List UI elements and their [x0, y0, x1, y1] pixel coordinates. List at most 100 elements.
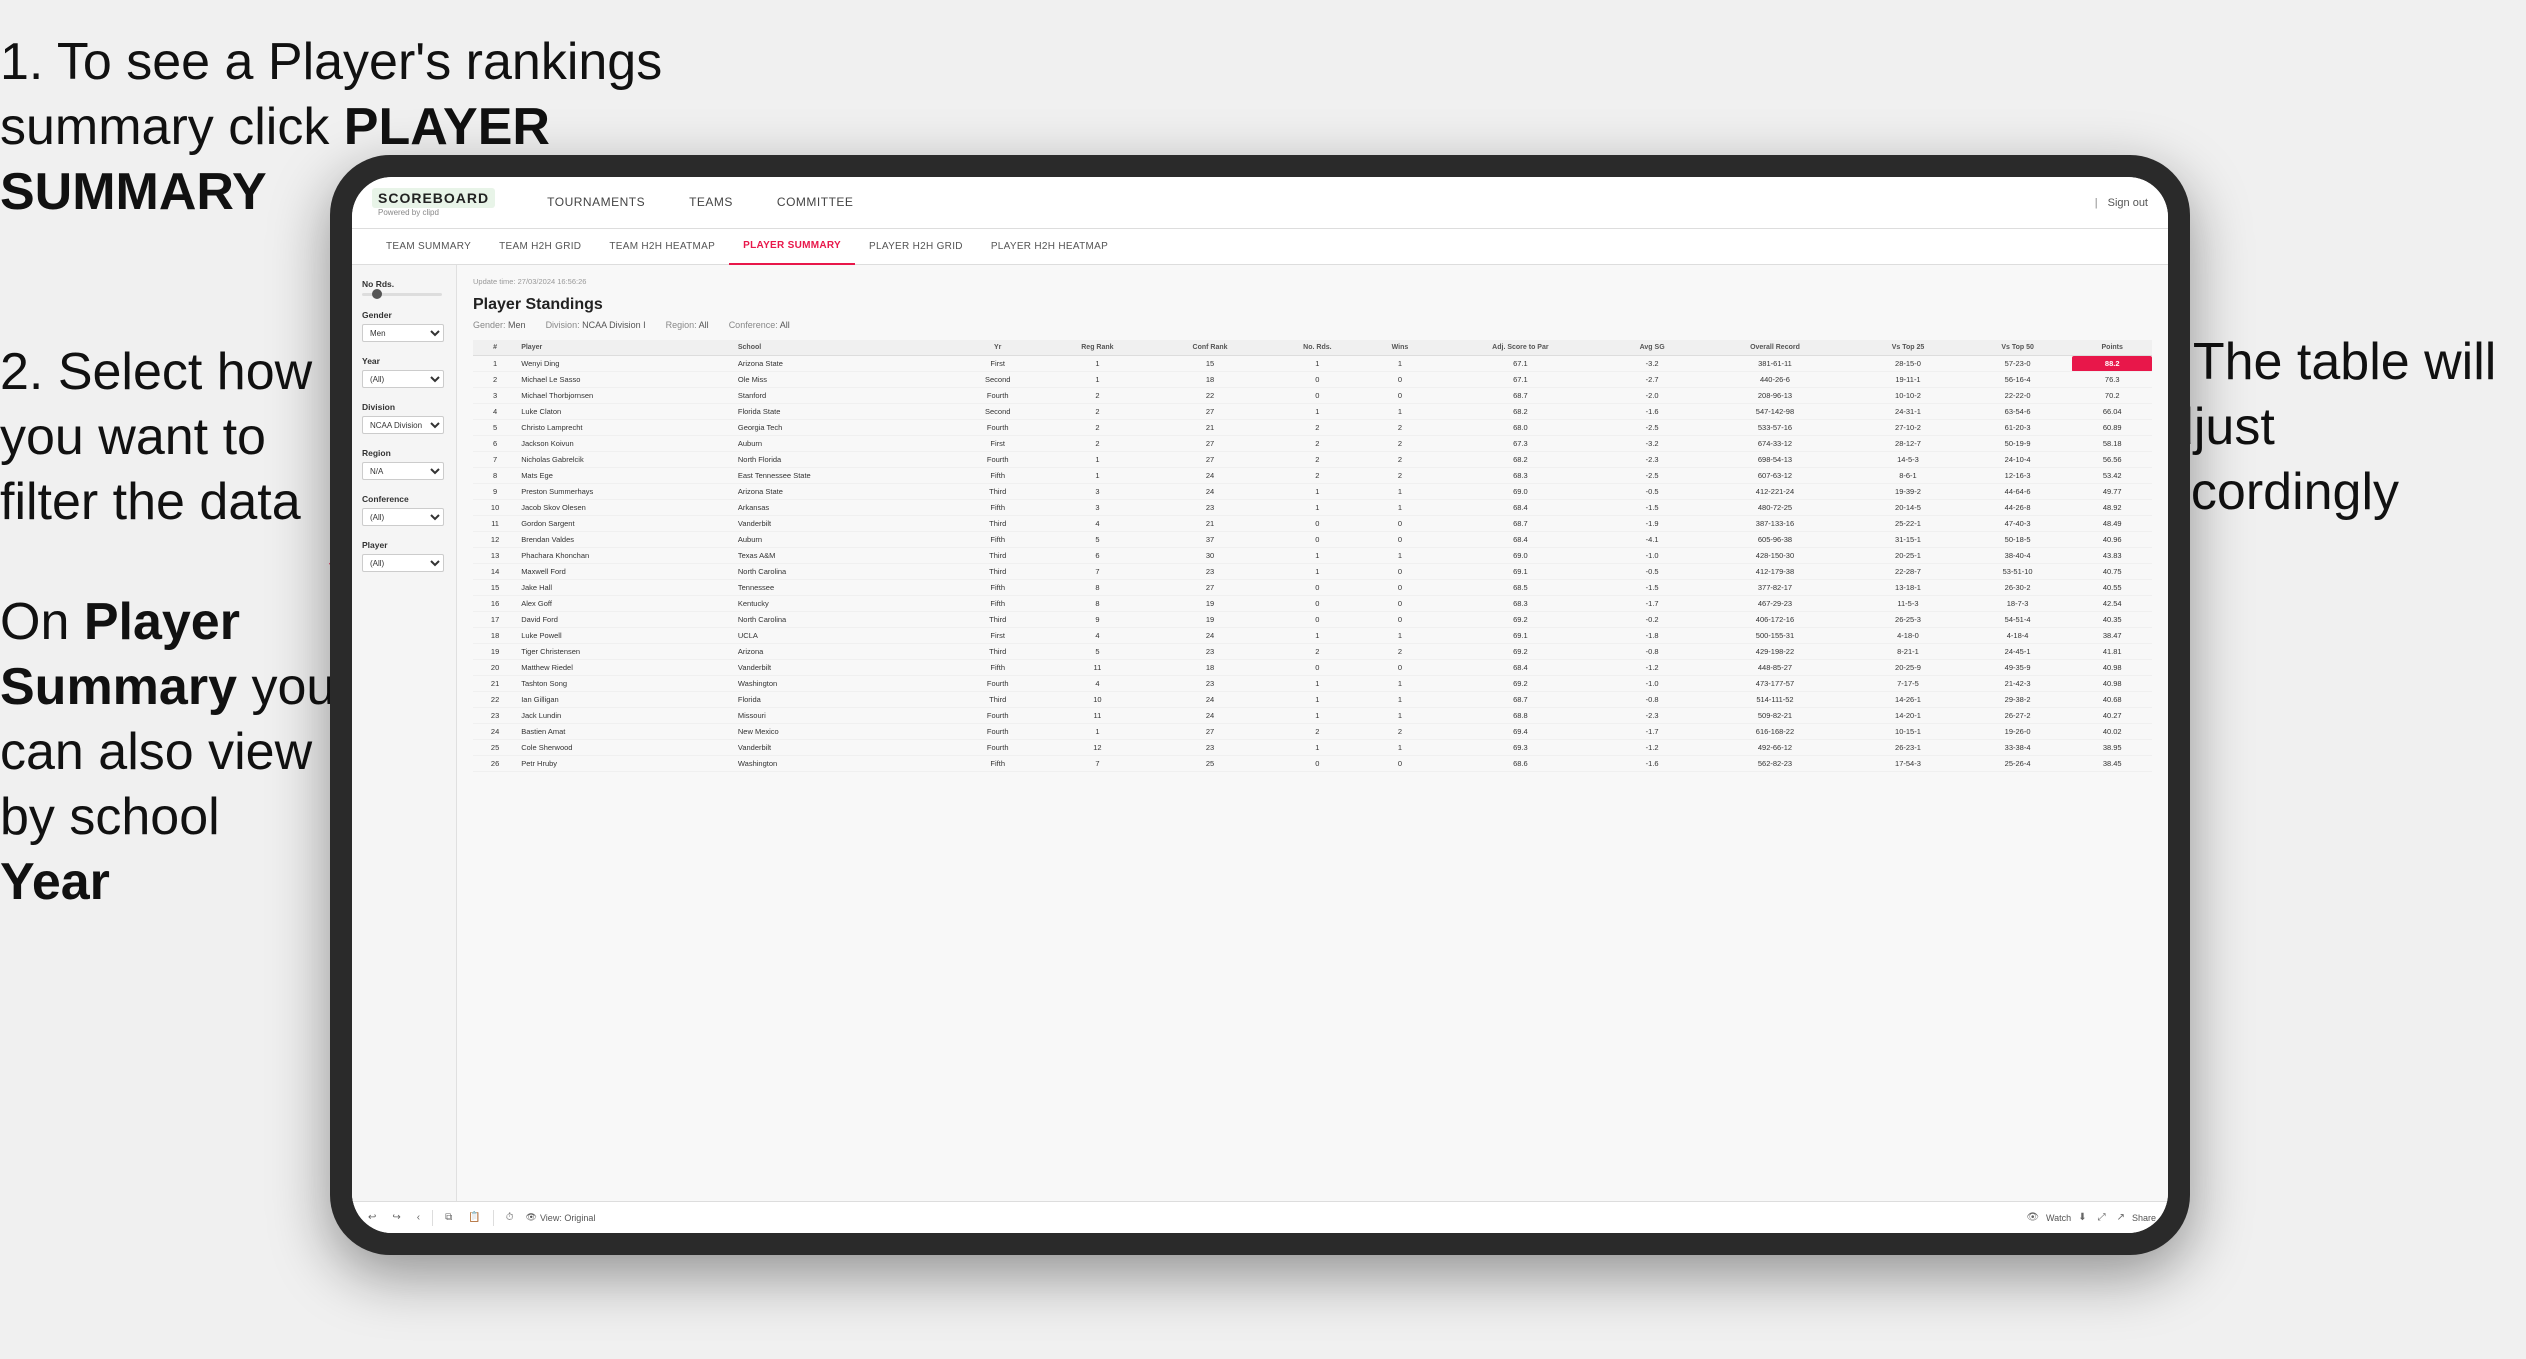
table-row: 26Petr HrubyWashingtonFifth7250068.6-1.6…	[473, 756, 2152, 772]
col-vs-top-50: Vs Top 50	[1963, 340, 2073, 356]
no-rds-label: No Rds.	[362, 279, 446, 289]
view-label: View: Original	[540, 1213, 595, 1223]
table-row: 8Mats EgeEast Tennessee StateFifth124226…	[473, 468, 2152, 484]
table-row: 18Luke PowellUCLAFirst4241169.1-1.8500-1…	[473, 628, 2152, 644]
table-row: 17David FordNorth CarolinaThird9190069.2…	[473, 612, 2152, 628]
table-row: 19Tiger ChristensenArizonaThird5232269.2…	[473, 644, 2152, 660]
col-points: Points	[2072, 340, 2152, 356]
sub-tab-team-h2h-grid[interactable]: TEAM H2H GRID	[485, 229, 595, 265]
view-original-button[interactable]: 👁 View: Original	[526, 1212, 596, 1223]
col-overall-record: Overall Record	[1697, 340, 1853, 356]
logo-main: SCOREBOARD	[372, 188, 495, 208]
meta-division: Division: NCAA Division I	[546, 320, 646, 330]
sub-tab-player-summary[interactable]: PLAYER SUMMARY	[729, 229, 855, 265]
step4-instruction: On Player Summary you can also view by s…	[0, 590, 340, 915]
data-area: Update time: 27/03/2024 16:56:26 Player …	[457, 265, 2168, 1201]
resize-icon[interactable]: ⤢	[2094, 1210, 2110, 1225]
share-icon[interactable]: ↗	[2113, 1210, 2129, 1225]
app-header: SCOREBOARD Powered by clipd TOURNAMENTS …	[352, 177, 2168, 229]
toolbar-separator-1	[432, 1210, 433, 1226]
share-label: Share	[2132, 1213, 2156, 1223]
conference-label: Conference	[362, 494, 446, 504]
nav-tab-teams[interactable]: TEAMS	[667, 177, 755, 229]
step2-text: 2. Select how you want to filter the dat…	[0, 343, 312, 531]
table-row: 23Jack LundinMissouriFourth11241168.8-2.…	[473, 708, 2152, 724]
filter-division: Division NCAA Division I	[362, 402, 446, 434]
division-select[interactable]: NCAA Division I	[362, 416, 444, 434]
table-header-row: # Player School Yr Reg Rank Conf Rank No…	[473, 340, 2152, 356]
main-content: No Rds. Gender Men Year (All)	[352, 265, 2168, 1201]
paste-icon[interactable]: 📋	[464, 1210, 484, 1225]
table-row: 5Christo LamprechtGeorgia TechFourth2212…	[473, 420, 2152, 436]
filter-player: Player (All)	[362, 540, 446, 572]
table-row: 12Brendan ValdesAuburnFifth5370068.4-4.1…	[473, 532, 2152, 548]
watch-label: Watch	[2046, 1213, 2071, 1223]
filter-gender: Gender Men	[362, 310, 446, 342]
sub-tab-player-h2h-grid[interactable]: PLAYER H2H GRID	[855, 229, 977, 265]
logo-sub: Powered by clipd	[372, 208, 495, 217]
main-nav: TOURNAMENTS TEAMS COMMITTEE	[525, 177, 2095, 229]
standings-table: # Player School Yr Reg Rank Conf Rank No…	[473, 340, 2152, 772]
col-wins: Wins	[1367, 340, 1434, 356]
table-meta: Gender: Men Division: NCAA Division I Re…	[473, 320, 2152, 330]
sub-tab-player-h2h-heatmap[interactable]: PLAYER H2H HEATMAP	[977, 229, 1122, 265]
table-row: 3Michael ThorbjornsenStanfordFourth22200…	[473, 388, 2152, 404]
nav-tab-tournaments[interactable]: TOURNAMENTS	[525, 177, 667, 229]
toolbar-separator-2	[493, 1210, 494, 1226]
gender-select[interactable]: Men	[362, 324, 444, 342]
step4-bold2: Year	[0, 853, 110, 911]
step4-text1: On	[0, 593, 84, 651]
sidebar-filters: No Rds. Gender Men Year (All)	[352, 265, 457, 1201]
conference-select[interactable]: (All)	[362, 508, 444, 526]
nav-tab-committee[interactable]: COMMITTEE	[755, 177, 876, 229]
step2-instruction: 2. Select how you want to filter the dat…	[0, 340, 320, 535]
clock-icon[interactable]: ⏱	[502, 1210, 518, 1225]
tablet-device: SCOREBOARD Powered by clipd TOURNAMENTS …	[330, 155, 2190, 1255]
meta-gender: Gender: Men	[473, 320, 526, 330]
sign-out-separator: |	[2095, 197, 2098, 209]
region-label: Region	[362, 448, 446, 458]
col-no-rds: No. Rds.	[1268, 340, 1366, 356]
download-icon[interactable]: ⬇	[2074, 1210, 2090, 1225]
filter-conference: Conference (All)	[362, 494, 446, 526]
sub-nav: TEAM SUMMARY TEAM H2H GRID TEAM H2H HEAT…	[352, 229, 2168, 265]
table-row: 7Nicholas GabrelcikNorth FloridaFourth12…	[473, 452, 2152, 468]
table-row: 21Tashton SongWashingtonFourth4231169.2-…	[473, 676, 2152, 692]
sign-out-button[interactable]: Sign out	[2108, 197, 2148, 209]
watch-icon[interactable]: 👁	[2022, 1210, 2043, 1225]
table-row: 20Matthew RiedelVanderbiltFifth11180068.…	[473, 660, 2152, 676]
player-select[interactable]: (All)	[362, 554, 444, 572]
division-label: Division	[362, 402, 446, 412]
filter-year: Year (All)	[362, 356, 446, 388]
table-row: 22Ian GilliganFloridaThird10241168.7-0.8…	[473, 692, 2152, 708]
bottom-toolbar: ↩ ↪ ‹ ⧉ 📋 ⏱ 👁 View: Original 👁 Watch ⬇ ⤢…	[352, 1201, 2168, 1233]
no-rds-slider[interactable]	[362, 293, 442, 296]
table-row: 15Jake HallTennesseeFifth8270068.5-1.537…	[473, 580, 2152, 596]
data-header: Player Standings Gender: Men Division: N…	[473, 296, 2152, 330]
redo-icon[interactable]: ↪	[388, 1210, 404, 1225]
table-row: 4Luke ClatonFlorida StateSecond2271168.2…	[473, 404, 2152, 420]
col-school: School	[734, 340, 953, 356]
year-label: Year	[362, 356, 446, 366]
year-select[interactable]: (All)	[362, 370, 444, 388]
step3-instruction: 3. The table will adjust accordingly	[2136, 330, 2526, 525]
table-title: Player Standings	[473, 296, 2152, 314]
step1-text: 1. To see a Player's rankings summary cl…	[0, 33, 662, 156]
region-select[interactable]: N/A	[362, 462, 444, 480]
step3-text: 3. The table will adjust accordingly	[2136, 333, 2496, 521]
meta-conference: Conference: All	[729, 320, 790, 330]
back-icon[interactable]: ‹	[413, 1210, 424, 1225]
sub-tab-team-summary[interactable]: TEAM SUMMARY	[372, 229, 485, 265]
slider-thumb	[372, 289, 382, 299]
gender-label: Gender	[362, 310, 446, 320]
undo-icon[interactable]: ↩	[364, 1210, 380, 1225]
filter-region: Region N/A	[362, 448, 446, 480]
sub-tab-team-h2h-heatmap[interactable]: TEAM H2H HEATMAP	[595, 229, 729, 265]
app-logo: SCOREBOARD Powered by clipd	[372, 188, 495, 217]
table-row: 1Wenyi DingArizona StateFirst1151167.1-3…	[473, 356, 2152, 372]
header-right: | Sign out	[2095, 197, 2148, 209]
table-row: 9Preston SummerhaysArizona StateThird324…	[473, 484, 2152, 500]
copy-icon[interactable]: ⧉	[441, 1210, 456, 1225]
table-row: 16Alex GoffKentuckyFifth8190068.3-1.7467…	[473, 596, 2152, 612]
meta-region: Region: All	[666, 320, 709, 330]
